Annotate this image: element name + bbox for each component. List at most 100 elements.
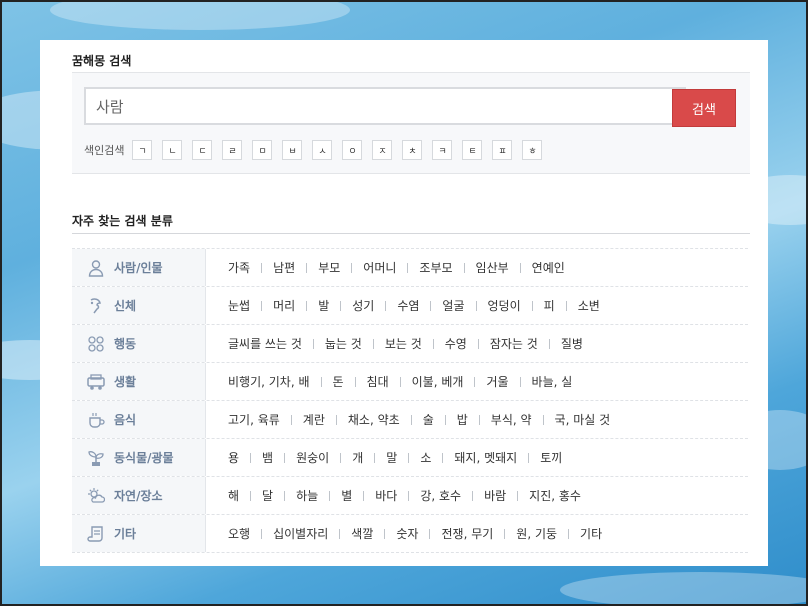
category-item-link[interactable]: 수영 [445, 335, 467, 352]
category-item-link[interactable]: 돈 [333, 373, 344, 390]
category-item-link[interactable]: 질병 [561, 335, 583, 352]
category-head[interactable]: 자연/장소 [72, 477, 206, 514]
index-key-rieul[interactable]: ㄹ [222, 140, 243, 160]
category-name: 신체 [114, 299, 137, 313]
category-item-link[interactable]: 얼굴 [442, 297, 464, 314]
category-item-link[interactable]: 잠자는 것 [490, 335, 538, 352]
category-head[interactable]: 사람/인물 [72, 249, 206, 286]
item-separator [339, 528, 341, 539]
category-item-link[interactable]: 바람 [484, 487, 506, 504]
frequent-categories-title: 자주 찾는 검색 분류 [72, 214, 173, 228]
category-head[interactable]: 음식 [72, 401, 206, 438]
index-key-hieut[interactable]: ㅎ [522, 140, 543, 160]
category-item-link[interactable]: 별 [341, 487, 352, 504]
item-separator [351, 262, 353, 273]
category-item-link[interactable]: 채소, 약초 [348, 411, 400, 428]
category-item-link[interactable]: 말 [386, 449, 397, 466]
category-item-link[interactable]: 술 [423, 411, 434, 428]
index-key-ieung[interactable]: ㅇ [342, 140, 363, 160]
category-item-link[interactable]: 용 [228, 449, 239, 466]
index-key-mieum[interactable]: ㅁ [252, 140, 273, 160]
index-key-digeut[interactable]: ㄷ [192, 140, 213, 160]
category-item-link[interactable]: 이불, 베개 [412, 373, 464, 390]
category-head[interactable]: 생활 [72, 363, 206, 400]
category-item-link[interactable]: 개 [352, 449, 363, 466]
item-separator [384, 528, 386, 539]
category-item-link[interactable]: 소 [420, 449, 431, 466]
category-item-link[interactable]: 밥 [457, 411, 468, 428]
category-item-link[interactable]: 거울 [486, 373, 508, 390]
search-button[interactable]: 검색 [672, 89, 736, 127]
category-item-link[interactable]: 고기, 육류 [228, 411, 280, 428]
category-item-link[interactable]: 돼지, 멧돼지 [454, 449, 517, 466]
item-separator [340, 452, 342, 463]
category-item-link[interactable]: 연예인 [532, 259, 565, 276]
category-item-link[interactable]: 비행기, 기차, 배 [228, 373, 310, 390]
category-items: 용 뱀 원숭이 개 말 소 돼지, 멧돼지 토끼 [206, 439, 562, 476]
category-item-link[interactable]: 가족 [228, 259, 250, 276]
index-key-siot[interactable]: ㅅ [312, 140, 333, 160]
category-head[interactable]: 동식물/광물 [72, 439, 206, 476]
category-item-link[interactable]: 색깔 [351, 525, 373, 542]
category-item-link[interactable]: 하늘 [296, 487, 318, 504]
category-head[interactable]: 신체 [72, 287, 206, 324]
category-item-link[interactable]: 글씨를 쓰는 것 [228, 335, 302, 352]
category-item-link[interactable]: 침대 [367, 373, 389, 390]
item-separator [444, 414, 446, 425]
category-item-link[interactable]: 임산부 [476, 259, 509, 276]
category-item-link[interactable]: 전쟁, 무기 [441, 525, 493, 542]
category-item-link[interactable]: 토끼 [540, 449, 562, 466]
category-item-link[interactable]: 오행 [228, 525, 250, 542]
category-item-link[interactable]: 조부모 [419, 259, 452, 276]
index-key-jieut[interactable]: ㅈ [372, 140, 393, 160]
index-key-tieut[interactable]: ㅌ [462, 140, 483, 160]
category-item-link[interactable]: 어머니 [363, 259, 396, 276]
item-separator [374, 452, 376, 463]
category-item-link[interactable]: 눈썹 [228, 297, 250, 314]
category-head[interactable]: 행동 [72, 325, 206, 362]
search-input[interactable] [84, 87, 686, 125]
category-item-link[interactable]: 수염 [397, 297, 419, 314]
category-item-link[interactable]: 성기 [352, 297, 374, 314]
item-separator [519, 262, 521, 273]
item-separator [548, 338, 550, 349]
category-item-link[interactable]: 피 [544, 297, 555, 314]
index-key-nieun[interactable]: ㄴ [162, 140, 183, 160]
category-row: 신체 눈썹 머리 발 성기 수염 얼굴 엉덩이 피 소변 [72, 287, 748, 325]
item-separator [410, 414, 412, 425]
category-item-link[interactable]: 바늘, 실 [532, 373, 573, 390]
category-item-link[interactable]: 소변 [578, 297, 600, 314]
index-key-giyeok[interactable]: ㄱ [132, 140, 153, 160]
category-item-link[interactable]: 머리 [273, 297, 295, 314]
index-key-chieut[interactable]: ㅊ [402, 140, 423, 160]
category-item-link[interactable]: 계란 [303, 411, 325, 428]
category-item-link[interactable]: 남편 [273, 259, 295, 276]
category-item-link[interactable]: 눕는 것 [325, 335, 362, 352]
category-name: 동식물/광물 [114, 451, 174, 465]
category-row: 기타 오행 십이별자리 색깔 숫자 전쟁, 무기 원, 기둥 기타 [72, 515, 748, 553]
index-key-pieup[interactable]: ㅍ [492, 140, 513, 160]
category-item-link[interactable]: 부모 [318, 259, 340, 276]
category-item-link[interactable]: 강, 호수 [420, 487, 461, 504]
category-item-link[interactable]: 국, 마실 것 [555, 411, 611, 428]
category-item-link[interactable]: 엉덩이 [488, 297, 521, 314]
category-item-link[interactable]: 해 [228, 487, 239, 504]
category-head[interactable]: 기타 [72, 515, 206, 552]
category-item-link[interactable]: 달 [262, 487, 273, 504]
category-item-link[interactable]: 발 [318, 297, 329, 314]
category-item-link[interactable]: 지진, 홍수 [529, 487, 581, 504]
category-item-link[interactable]: 뱀 [262, 449, 273, 466]
category-name: 사람/인물 [114, 261, 163, 275]
index-key-bieup[interactable]: ㅂ [282, 140, 303, 160]
category-item-link[interactable]: 바다 [375, 487, 397, 504]
index-key-kieuk[interactable]: ㅋ [432, 140, 453, 160]
category-item-link[interactable]: 십이별자리 [273, 525, 328, 542]
category-item-link[interactable]: 보는 것 [385, 335, 422, 352]
category-item-link[interactable]: 기타 [580, 525, 602, 542]
category-item-link[interactable]: 원, 기둥 [516, 525, 557, 542]
category-item-link[interactable]: 부식, 약 [491, 411, 532, 428]
dream-search-panel: 꿈해몽 검색 검색 색인검색 ㄱ ㄴ ㄷ ㄹ ㅁ ㅂ ㅅ ㅇ ㅈ ㅊ ㅋ ㅌ ㅍ… [40, 40, 768, 566]
category-item-link[interactable]: 숫자 [396, 525, 418, 542]
category-name: 행동 [114, 337, 137, 351]
category-item-link[interactable]: 원숭이 [296, 449, 329, 466]
